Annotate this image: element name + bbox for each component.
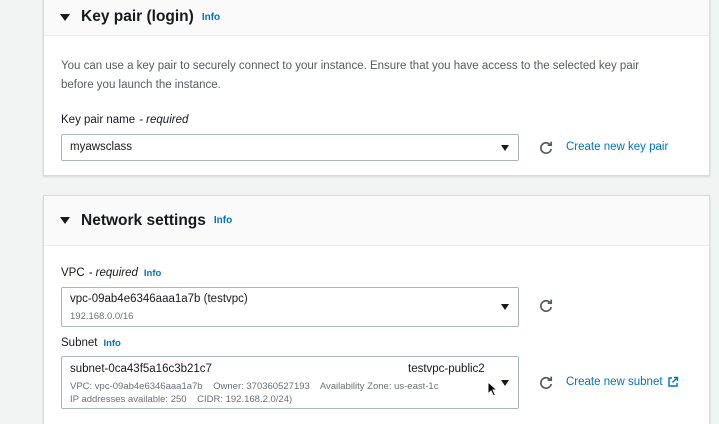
vpc-label: VPC - required Info bbox=[61, 267, 161, 279]
network-settings-header[interactable]: Network settings Info bbox=[44, 196, 709, 246]
external-link-icon bbox=[667, 376, 678, 387]
vpc-info-link[interactable]: Info bbox=[144, 268, 161, 279]
key-pair-selected-value: myawsclass bbox=[70, 141, 132, 153]
key-pair-title: Key pair (login) bbox=[81, 8, 194, 25]
create-subnet-label: Create new subnet bbox=[566, 376, 663, 388]
dropdown-arrow-icon bbox=[501, 380, 509, 386]
dropdown-arrow-icon bbox=[501, 304, 509, 310]
subnet-name: testvpc-public2 bbox=[408, 363, 485, 375]
subnet-select[interactable]: subnet-0ca43f5a16c3b21c7 testvpc-public2… bbox=[61, 356, 519, 409]
vpc-label-text: VPC bbox=[61, 267, 85, 279]
subnet-detail-line1: VPC: vpc-09ab4e6346aaa1a7b Owner: 370360… bbox=[70, 381, 439, 392]
subnet-info-link[interactable]: Info bbox=[103, 338, 120, 349]
key-pair-select[interactable]: myawsclass bbox=[61, 134, 519, 161]
network-settings-panel: Network settings Info VPC - required Inf… bbox=[43, 195, 710, 424]
network-settings-title: Network settings bbox=[81, 211, 206, 229]
create-key-pair-link[interactable]: Create new key pair bbox=[566, 141, 668, 153]
key-pair-panel: Key pair (login) Info You can use a key … bbox=[43, 0, 710, 176]
refresh-icon[interactable] bbox=[538, 140, 554, 156]
subnet-label-text: Subnet bbox=[61, 337, 98, 349]
required-marker: - required bbox=[139, 114, 189, 126]
refresh-icon[interactable] bbox=[538, 375, 554, 391]
required-marker: - required bbox=[88, 267, 138, 279]
create-subnet-link[interactable]: Create new subnet bbox=[566, 376, 679, 388]
dropdown-arrow-icon bbox=[501, 145, 509, 151]
key-pair-name-label: Key pair name - required bbox=[61, 114, 188, 126]
subnet-detail-line2: IP addresses available: 250 CIDR: 192.16… bbox=[70, 394, 293, 405]
key-pair-description-line1: You can use a key pair to securely conne… bbox=[61, 60, 640, 72]
key-pair-info-link[interactable]: Info bbox=[202, 12, 220, 23]
vpc-select[interactable]: vpc-09ab4e6346aaa1a7b (testvpc) 192.168.… bbox=[61, 287, 519, 327]
mouse-pointer-icon bbox=[487, 381, 499, 397]
key-pair-header[interactable]: Key pair (login) Info bbox=[44, 0, 709, 36]
key-pair-description: You can use a key pair to securely conne… bbox=[61, 57, 639, 95]
collapse-caret-icon[interactable] bbox=[60, 217, 70, 224]
key-pair-description-line2: before you launch the instance. bbox=[61, 79, 221, 91]
subnet-selected-value: subnet-0ca43f5a16c3b21c7 bbox=[70, 363, 212, 375]
subnet-label: Subnet Info bbox=[61, 337, 121, 349]
vpc-cidr: 192.168.0.0/16 bbox=[70, 311, 134, 322]
network-info-link[interactable]: Info bbox=[214, 215, 232, 226]
collapse-caret-icon[interactable] bbox=[60, 13, 70, 21]
key-pair-label-text: Key pair name bbox=[61, 114, 136, 126]
vpc-selected-value: vpc-09ab4e6346aaa1a7b (testvpc) bbox=[70, 293, 248, 305]
refresh-icon[interactable] bbox=[538, 298, 554, 314]
